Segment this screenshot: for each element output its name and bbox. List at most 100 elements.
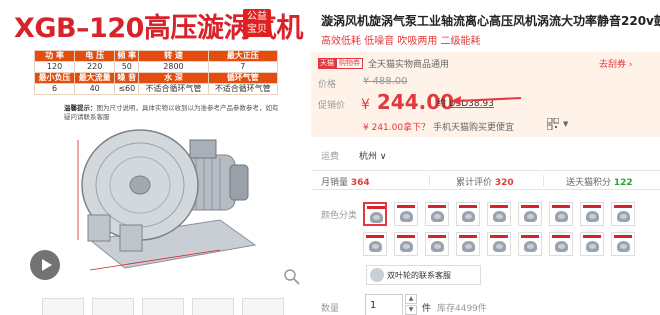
swatch-blower-highlight (589, 244, 596, 249)
swatch-blower-highlight (465, 214, 472, 219)
swatch-blower-highlight (558, 244, 565, 249)
swatch-banner (397, 235, 415, 238)
monthly-sales-label: 月销量 (321, 178, 349, 188)
spec-header-cell: 最大正压 (207, 50, 279, 62)
thumbnail-1[interactable] (42, 298, 84, 315)
blower-machine-image (77, 129, 257, 271)
usd-prefix: 约 (437, 99, 447, 109)
product-info-panel: 漩涡风机旋涡气泵工业轴流离心高压风机涡流大功率静音220v鼓风机 高效低耗 低噪… (311, 0, 660, 315)
chevron-down-icon[interactable]: ▼ (563, 120, 568, 128)
color-swatch[interactable] (394, 232, 418, 256)
badge-line2: 宝贝 (247, 24, 267, 35)
color-swatch[interactable] (580, 202, 604, 226)
color-swatch[interactable] (518, 232, 542, 256)
quantity-decrease-button[interactable]: ▼ (405, 305, 417, 315)
swatch-banner (490, 205, 508, 208)
swatch-blower-highlight (620, 214, 627, 219)
quantity-increase-button[interactable]: ▲ (405, 294, 417, 304)
color-option-label: 颜色分类 (321, 211, 358, 221)
spec-value-cell: 50 (114, 61, 140, 73)
chevron-down-icon: ∨ (379, 152, 387, 162)
badge-line1: 公益 (247, 11, 267, 22)
sku-label: 双叶轮的联系客服 (387, 271, 451, 280)
spec-header-cell: 最小负压 (33, 72, 76, 84)
swatch-blower-highlight (589, 214, 596, 219)
thumbnail-3[interactable] (142, 298, 184, 315)
swatch-banner (366, 235, 384, 238)
color-swatch[interactable] (425, 232, 449, 256)
swatch-blower-highlight (465, 244, 472, 249)
color-swatch[interactable] (580, 232, 604, 256)
spec-header-cell: 频 率 (114, 50, 140, 62)
play-video-button[interactable] (30, 250, 60, 280)
promo-price-label: 促销价 (318, 101, 346, 111)
color-swatch[interactable] (363, 232, 387, 256)
tmall-points-value: 122 (613, 178, 633, 188)
thumbnail-5[interactable] (242, 298, 284, 315)
spec-value-cell: 7 (207, 61, 279, 73)
spec-value-cell: 不适合循环气管 (207, 83, 279, 95)
stat-divider (543, 175, 544, 186)
product-image-panel[interactable]: XGB–120高压漩涡气机 公益 宝贝 功 率电 压频 率转 速最大正压 120… (0, 0, 305, 315)
swatch-blower-highlight (527, 244, 534, 249)
shipping-label: 运费 (321, 152, 340, 162)
sales-stats: 月销量 364 累计评价 320 送天猫积分 122 (311, 170, 660, 190)
color-swatch[interactable] (549, 232, 573, 256)
shipping-city: 杭州 (359, 152, 378, 162)
zoom-icon[interactable] (283, 268, 301, 286)
thumbnail-4[interactable] (192, 298, 234, 315)
swatch-banner (521, 205, 539, 208)
qr-code-icon[interactable] (547, 118, 559, 130)
total-reviews[interactable]: 累计评价 320 (456, 175, 514, 188)
spec-header-cell: 循环气管 (207, 72, 279, 84)
color-swatch[interactable] (456, 202, 480, 226)
monthly-sales-value: 364 (350, 178, 370, 188)
spec-value-cell: 不适合循环气管 (138, 83, 209, 95)
spec-header-cell: 转 速 (138, 50, 209, 62)
spec-header-cell: 水 深 (138, 72, 209, 84)
spec-header-cell: 功 率 (33, 50, 76, 62)
color-swatch[interactable] (425, 202, 449, 226)
swatch-banner (552, 205, 570, 208)
spec-value-cell: ≤60 (114, 83, 140, 95)
color-swatch[interactable] (611, 202, 635, 226)
coupon-tag: 购物券 (336, 58, 363, 69)
charity-badge: 公益 宝贝 (243, 9, 271, 37)
sku-option-double-impeller[interactable]: 双叶轮的联系客服 (366, 265, 481, 285)
swatch-banner (459, 205, 477, 208)
quantity-input[interactable] (365, 294, 403, 315)
coupon-price: ¥ 241.00 (363, 123, 404, 133)
get-coupon-link[interactable]: 去刮券 › (599, 57, 633, 70)
swatch-blower-highlight (620, 244, 627, 249)
color-swatch[interactable] (611, 232, 635, 256)
mobile-coupon-line[interactable]: ¥ 241.00拿下？ 手机天猫购买更便宜 (363, 120, 514, 133)
thumbnail-2[interactable] (92, 298, 134, 315)
chevron-right-icon: › (628, 60, 633, 70)
spec-value-cell: 40 (74, 83, 116, 95)
color-swatch[interactable] (363, 202, 387, 226)
price-label: 价格 (318, 80, 337, 90)
tmall-points: 送天猫积分 122 (566, 175, 633, 188)
spec-value-cell: 220 (74, 61, 116, 73)
shipping-city-select[interactable]: 杭州 ∨ (359, 149, 386, 162)
color-swatch[interactable] (456, 232, 480, 256)
swatch-banner (552, 235, 570, 238)
spec-header-cell: 最大流量 (74, 72, 116, 84)
color-swatch[interactable] (549, 202, 573, 226)
swatch-banner (490, 235, 508, 238)
color-swatch[interactable] (518, 202, 542, 226)
swatch-blower-highlight (434, 244, 441, 249)
swatch-blower-highlight (403, 214, 410, 219)
note-text: 图为尺寸说明，具体实物以收到以为准参考产品参数参考，如有疑问请联系客服 (64, 104, 279, 121)
swatch-banner (367, 206, 385, 209)
swatch-banner (583, 235, 601, 238)
spec-value-cell: 2800 (138, 61, 209, 73)
quantity-label: 数量 (321, 304, 340, 314)
color-swatch[interactable] (487, 202, 511, 226)
swatch-banner (428, 235, 446, 238)
color-swatch[interactable] (394, 202, 418, 226)
color-swatch[interactable] (487, 232, 511, 256)
swatch-blower-highlight (496, 214, 503, 219)
currency-symbol: ¥ (361, 97, 370, 113)
swatch-blower-highlight (527, 214, 534, 219)
